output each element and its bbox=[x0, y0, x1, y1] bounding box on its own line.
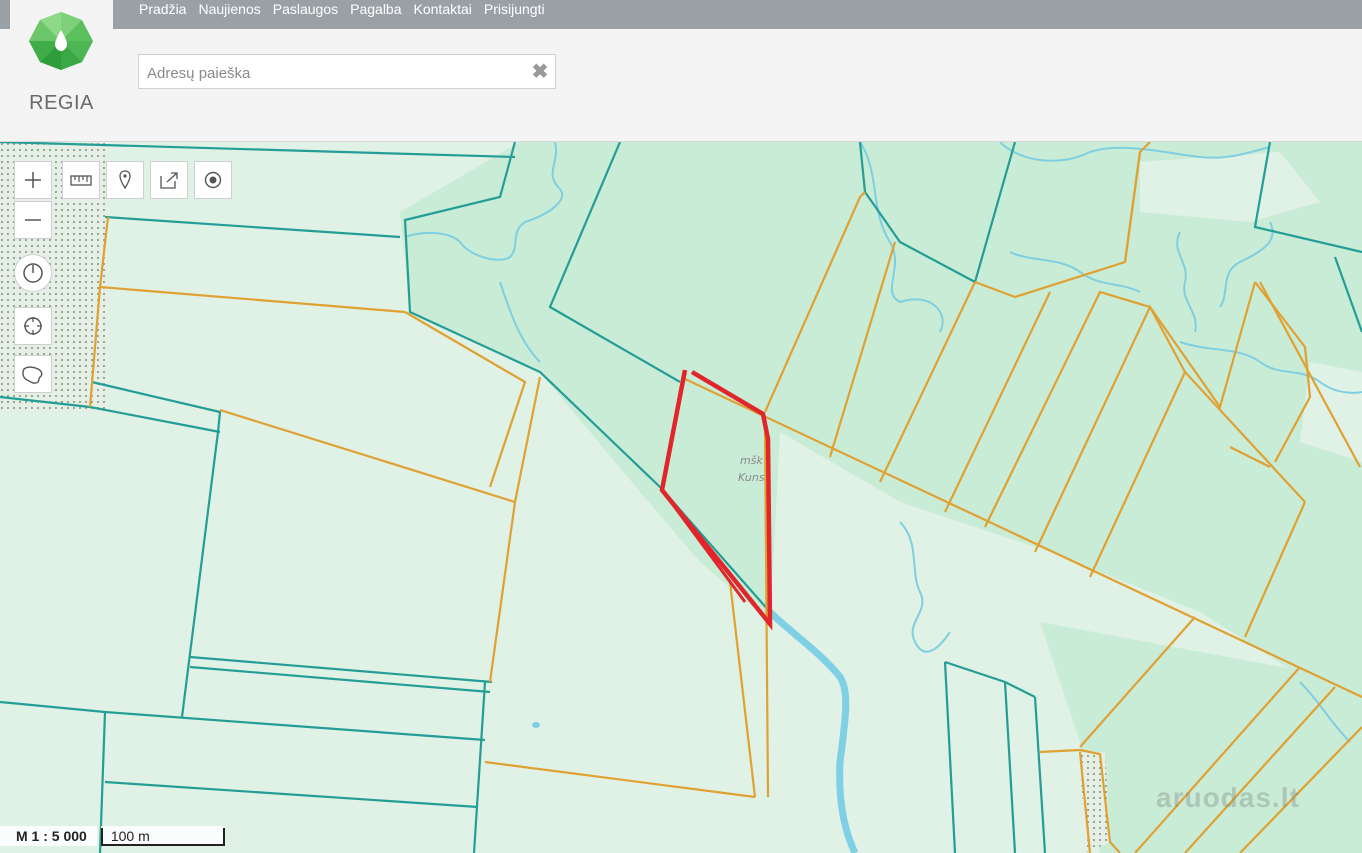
scale-bar: M 1 : 5 000 100 m bbox=[0, 825, 225, 847]
pin-icon bbox=[119, 170, 131, 190]
address-search-input[interactable] bbox=[145, 62, 529, 84]
main-nav: Pradžia Naujienos Paslaugos Pagalba Kont… bbox=[139, 0, 545, 20]
logo-text: REGIA bbox=[29, 92, 94, 114]
ruler-icon bbox=[70, 175, 92, 186]
nav-link-pagalba[interactable]: Pagalba bbox=[350, 0, 401, 20]
draw-area-button[interactable] bbox=[14, 355, 52, 393]
nav-link-paslaugos[interactable]: Paslaugos bbox=[273, 0, 338, 20]
location-button[interactable] bbox=[194, 161, 232, 199]
share-button[interactable] bbox=[150, 161, 188, 199]
nav-link-pradzia[interactable]: Pradžia bbox=[139, 0, 186, 20]
nav-link-prisijungti[interactable]: Prisijungti bbox=[484, 0, 545, 20]
record-icon bbox=[204, 171, 222, 189]
nav-link-naujienos[interactable]: Naujienos bbox=[198, 0, 260, 20]
scale-distance: 100 m bbox=[100, 826, 225, 846]
map-canvas[interactable]: mšk Kuns M 1 : 5 000 100 m aruodas.lt bbox=[0, 141, 1362, 853]
scale-distance-label: 100 m bbox=[110, 828, 150, 844]
power-button[interactable] bbox=[14, 254, 52, 292]
river bbox=[767, 609, 859, 853]
map-label-kuns: Kuns bbox=[738, 471, 765, 484]
plus-icon bbox=[25, 172, 41, 188]
map-layer: mšk Kuns bbox=[0, 142, 1362, 853]
ruler-tool-button[interactable] bbox=[62, 161, 100, 199]
marker-tool-button[interactable] bbox=[106, 161, 144, 199]
power-icon bbox=[23, 263, 43, 283]
zoom-in-button[interactable] bbox=[14, 161, 52, 199]
nav-link-kontaktai[interactable]: Kontaktai bbox=[414, 0, 472, 20]
logo[interactable]: REGIA bbox=[10, 0, 113, 141]
forest-areas bbox=[400, 142, 1362, 853]
pond bbox=[532, 722, 540, 728]
map-label-msk: mšk bbox=[740, 454, 763, 467]
scale-ratio: M 1 : 5 000 bbox=[0, 826, 97, 846]
zoom-out-button[interactable] bbox=[14, 201, 52, 239]
top-nav-bar: Pradžia Naujienos Paslaugos Pagalba Kont… bbox=[0, 0, 1362, 29]
polygon-draw-icon bbox=[22, 366, 43, 384]
share-icon bbox=[160, 172, 178, 189]
clear-search-icon[interactable]: ✖ bbox=[529, 59, 551, 85]
regia-logo-icon bbox=[29, 12, 93, 70]
crosshair-icon bbox=[24, 317, 42, 335]
crosshair-button[interactable] bbox=[14, 307, 52, 345]
minus-icon bbox=[25, 219, 41, 221]
watermark: aruodas.lt bbox=[1156, 782, 1300, 813]
address-search: ✖ bbox=[138, 54, 556, 89]
